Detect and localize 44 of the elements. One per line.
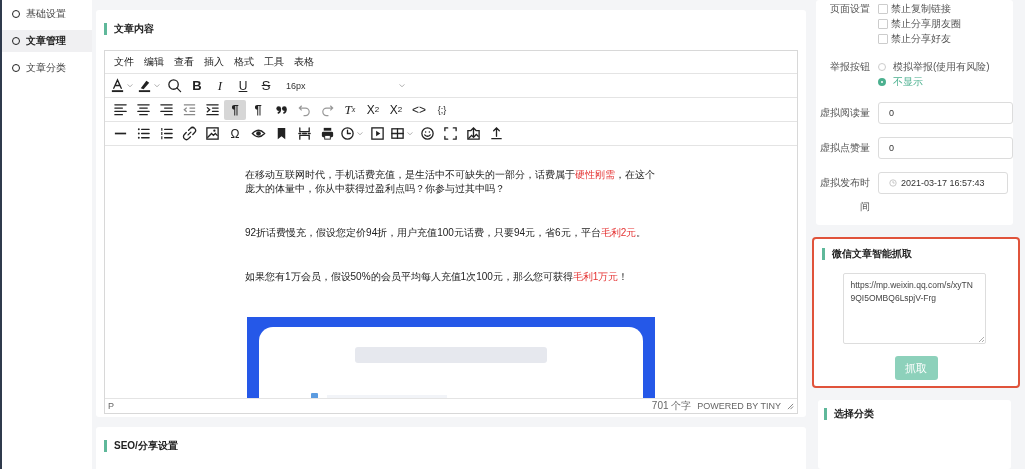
paragraph: 如果您有1万会员，假设50%的会员平均每人充值1次100元，那么您可获得毛利1万元！ <box>245 270 630 284</box>
font-size-select[interactable]: 16px <box>282 75 410 96</box>
field-label: 虚拟阅读量 <box>819 106 870 120</box>
toolbar-button[interactable]: B <box>186 75 208 96</box>
toolbar-button[interactable]: U <box>232 75 254 96</box>
menu-item[interactable]: 格式 <box>229 55 259 69</box>
sidebar-item[interactable]: 文章管理 <box>2 30 92 52</box>
toolbar-button[interactable]: ¶ <box>247 99 269 120</box>
toolbar-button[interactable]: Ω <box>224 123 246 144</box>
section-title: 选择分类 <box>834 407 874 421</box>
checkbox-option[interactable]: 禁止分享朋友圈 <box>878 16 961 31</box>
word-count: 701 个字 <box>651 399 692 413</box>
element-path: P <box>108 401 114 411</box>
toolbar-button[interactable]: <> <box>408 99 430 120</box>
toolbar-button[interactable]: S <box>255 75 277 96</box>
input-field[interactable]: 0 <box>878 137 1013 159</box>
radio-option[interactable]: 模拟举报(使用有风险) <box>878 59 990 74</box>
url-text-area[interactable]: https://mp.weixin.qq.com/s/xyTN9QI5OMBQ6LspjV-Frg <box>842 273 986 344</box>
field-label: 举报按钮 <box>829 60 870 74</box>
menu-item[interactable]: 编辑 <box>139 55 169 69</box>
section-title: 微信文章智能抓取 <box>832 247 912 261</box>
field-label: 虚拟发布时间 <box>819 176 870 214</box>
date-time-field[interactable]: 2021-03-17 16:57:43 <box>878 172 1008 194</box>
section-title: SEO/分享设置 <box>114 439 178 453</box>
section-title: 文章内容 <box>114 22 154 36</box>
toolbar-button[interactable]: I <box>209 75 231 96</box>
menu-item[interactable]: 工具 <box>259 55 289 69</box>
input-field[interactable]: 0 <box>878 102 1013 124</box>
sidebar-item[interactable]: 基础设置 <box>2 3 92 25</box>
sidebar-item[interactable]: 文章分类 <box>2 57 92 79</box>
field-label: 页面设置 <box>829 2 870 16</box>
checkbox-option[interactable]: 禁止复制链接 <box>878 1 961 16</box>
toolbar-button[interactable]: ¶ <box>224 99 246 120</box>
menu-item[interactable]: 查看 <box>169 55 199 69</box>
field-label: 虚拟点赞量 <box>819 141 870 155</box>
paragraph: 在移动互联网时代，手机话费充值，是生活中不可缺失的一部分，话费属于硬性刚需，在这个庞大的体量中，你从中获得过盈利点吗？你参与过其中吗？ <box>245 168 656 196</box>
powered-by-text: POWERED BY TINY <box>697 401 781 411</box>
toolbar-button[interactable]: {;} <box>431 99 453 120</box>
menu-item[interactable]: 插入 <box>199 55 229 69</box>
menu-item[interactable]: 文件 <box>109 55 139 69</box>
menu-item[interactable]: 表格 <box>289 55 319 69</box>
paragraph: 92折话费慢充，假设您定价94折，用户充值100元话费，只要94元，省6元，平台毛利2元。 <box>245 226 648 240</box>
toolbar-button[interactable]: X$^{2}$ <box>385 99 407 120</box>
checkbox-option[interactable]: 禁止分享好友 <box>878 31 961 46</box>
